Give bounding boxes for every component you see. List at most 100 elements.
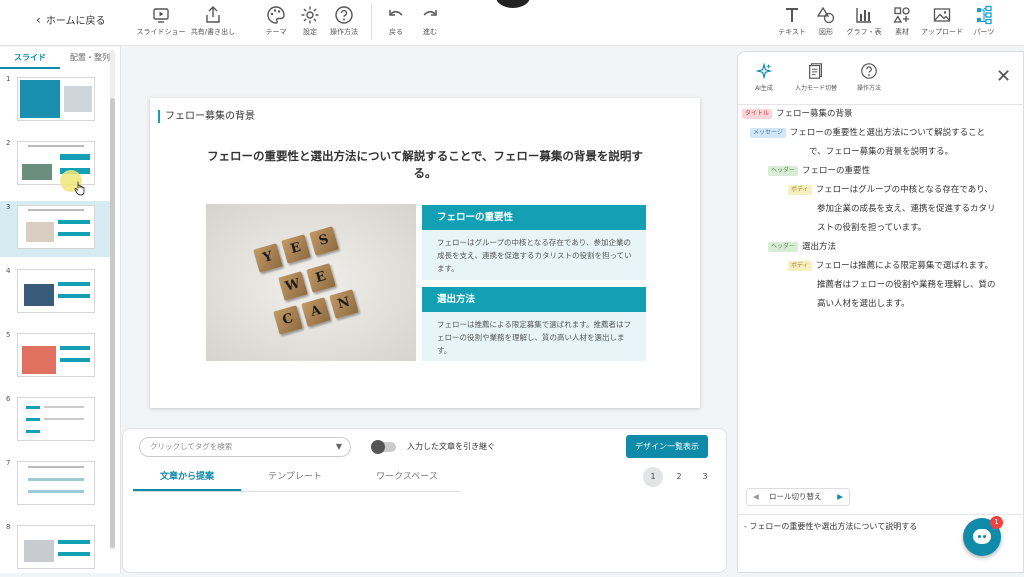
role-switch-button[interactable]: ◀ ロール切り替え ▶	[746, 488, 850, 506]
slide-canvas[interactable]: フェロー募集の背景 フェローの重要性と選出方法について解説することで、フェロー募…	[150, 98, 700, 408]
share-export-button[interactable]: 共有/書き出し	[188, 5, 238, 37]
thumbnail-image	[17, 205, 95, 249]
undo-button[interactable]: 戻る	[384, 5, 408, 37]
assets-label: 素材	[895, 28, 909, 36]
outline-message-row[interactable]: メッセージ フェローの重要性と選出方法について解説すること	[750, 124, 985, 143]
upload-label: アップロード	[921, 28, 963, 36]
outline-header2: 選出方法	[802, 242, 837, 252]
slide-title[interactable]: フェロー募集の背景	[158, 110, 255, 123]
role-tag-body: ボディ	[788, 260, 812, 271]
thumbnail-image	[17, 333, 95, 377]
slide-thumbnail-1[interactable]: 1	[0, 73, 110, 129]
carry-text-toggle[interactable]	[371, 440, 396, 454]
tab-templates[interactable]: テンプレート	[241, 469, 349, 491]
slide-thumbnail-4[interactable]: 4	[0, 265, 110, 321]
scrabble-tile: Y	[253, 243, 283, 273]
chat-icon	[973, 529, 991, 544]
outline-body1-row[interactable]: ボディ フェローはグループの中核となる存在であり、	[788, 181, 993, 200]
parts-icon	[977, 5, 992, 25]
slide-number: 4	[6, 267, 11, 275]
carry-text-label: 入力した文章を引き継ぐ	[407, 442, 495, 451]
settings-button[interactable]: 設定	[298, 5, 322, 37]
text-icon	[786, 8, 798, 22]
document-icon	[809, 63, 822, 79]
thumbnail-image	[17, 269, 95, 313]
outline-body1-line1: フェローはグループの中核となる存在であり、	[815, 185, 993, 195]
outline-body2-line1: フェローは推薦による限定募集で選ばれます。	[815, 261, 993, 271]
slide-message[interactable]: フェローの重要性と選出方法について解説することで、フェロー募集の背景を説明する。	[200, 148, 650, 182]
slide-thumbnail-2[interactable]: 2	[0, 137, 110, 193]
theme-button[interactable]: テーマ	[263, 5, 289, 37]
scrabble-tile: E	[306, 263, 336, 293]
thumbnail-image	[17, 77, 95, 121]
redo-button[interactable]: 進む	[418, 5, 442, 37]
slideshow-label: スライドショー	[136, 28, 186, 36]
outline-panel: AI生成 入力モード切替 操作方法 ✕ タイトル フェロー募集の背景 メッセージフ…	[737, 51, 1024, 573]
slide-thumbnail-8[interactable]: 8	[0, 521, 110, 577]
sparkle-icon	[755, 62, 773, 80]
ai-generate-label: AI生成	[755, 85, 773, 92]
slide-thumbnail-7[interactable]: 7	[0, 457, 110, 513]
page-2[interactable]: 2	[669, 467, 689, 487]
outline-header2-row[interactable]: ヘッダー 選出方法	[768, 238, 836, 257]
redo-label: 進む	[423, 28, 437, 36]
slide-thumbnail-3[interactable]: 3	[0, 201, 110, 257]
slide-thumbnail-6[interactable]: 6	[0, 393, 110, 449]
text-tool-button[interactable]: テキスト	[778, 5, 806, 37]
back-home-button[interactable]: ‹ ホームに戻る	[36, 12, 106, 28]
outline-body2-line2: 推薦者はフェローの役割や業務を理解し、質の	[817, 280, 996, 290]
slide-number: 8	[6, 523, 11, 531]
assets-button[interactable]: 素材	[890, 5, 914, 37]
chart-table-label: グラフ・表	[846, 28, 882, 36]
slideshow-button[interactable]: スライドショー	[136, 5, 186, 37]
design-list-button[interactable]: デザイン一覧表示	[626, 435, 708, 458]
help-button[interactable]: 操作方法	[328, 5, 360, 37]
parts-label: パーツ	[973, 28, 995, 36]
slide-number: 3	[6, 203, 11, 211]
undo-icon	[389, 10, 403, 16]
outline-header1: フェローの重要性	[802, 166, 871, 176]
suggestion-panel: クリックしてタグを検索 ▼ 入力した文章を引き継ぐ デザイン一覧表示 文章から提…	[122, 428, 727, 573]
page-3[interactable]: 3	[695, 467, 715, 487]
tag-search-input[interactable]: クリックしてタグを検索 ▼	[139, 437, 351, 457]
upload-button[interactable]: アップロード	[920, 5, 964, 37]
input-mode-button[interactable]: 入力モード切替	[790, 62, 842, 92]
tab-slides[interactable]: スライド	[0, 47, 60, 69]
chevron-left-icon: ◀	[753, 492, 759, 501]
panel-help-button[interactable]: 操作方法	[854, 62, 884, 92]
parts-button[interactable]: パーツ	[972, 5, 996, 37]
outline-header1-row[interactable]: ヘッダー フェローの重要性	[768, 162, 870, 181]
outline-editor[interactable]: タイトル フェロー募集の背景 メッセージ フェローの重要性と選出方法について解説する…	[738, 104, 1024, 524]
role-switch-label: ロール切り替え	[769, 492, 822, 501]
summary-text[interactable]: - フェローの重要性や選出方法について説明する	[744, 521, 917, 532]
chart-table-button[interactable]: グラフ・表	[846, 5, 882, 37]
section-heading-selection[interactable]: 選出方法	[422, 287, 646, 312]
upload-image-icon	[933, 8, 951, 22]
slide-number: 7	[6, 459, 11, 467]
play-icon	[153, 8, 169, 23]
close-icon[interactable]: ✕	[996, 66, 1011, 87]
section-body-importance[interactable]: フェローはグループの中核となる存在であり、参加企業の成長を支え、連携を促進するカ…	[422, 230, 646, 280]
share-export-label: 共有/書き出し	[190, 28, 236, 36]
share-icon	[206, 6, 220, 23]
page-1[interactable]: 1	[643, 467, 663, 487]
slide-photo[interactable]: Y E S W E C A N	[206, 204, 416, 361]
slide-thumbnail-5[interactable]: 5	[0, 329, 110, 385]
section-heading-importance[interactable]: フェローの重要性	[422, 205, 646, 230]
hand-cursor-icon	[74, 181, 85, 196]
outline-title-row[interactable]: タイトル フェロー募集の背景	[742, 105, 853, 124]
tab-workspace[interactable]: ワークスペース	[353, 469, 461, 491]
role-tag-body: ボディ	[788, 184, 812, 195]
slide-panel-tabs: スライド 配置・整列	[0, 47, 120, 69]
ai-generate-button[interactable]: AI生成	[752, 62, 776, 92]
role-tag-message: メッセージ	[750, 127, 786, 138]
slide-panel-scrollbar[interactable]	[110, 98, 115, 548]
shape-tool-button[interactable]: 図形	[814, 5, 838, 37]
panel-help-label: 操作方法	[856, 85, 881, 92]
scrabble-tile: E	[281, 234, 311, 264]
tab-underline	[133, 491, 461, 492]
undo-label: 戻る	[389, 28, 403, 36]
section-body-selection[interactable]: フェローは推薦による限定募集で選ばれます。推薦者はフェローの役割や業務を理解し、…	[422, 312, 646, 361]
tab-suggest-from-text[interactable]: 文章から提案	[133, 469, 241, 491]
outline-body2-row[interactable]: ボディ フェローは推薦による限定募集で選ばれます。	[788, 257, 993, 276]
